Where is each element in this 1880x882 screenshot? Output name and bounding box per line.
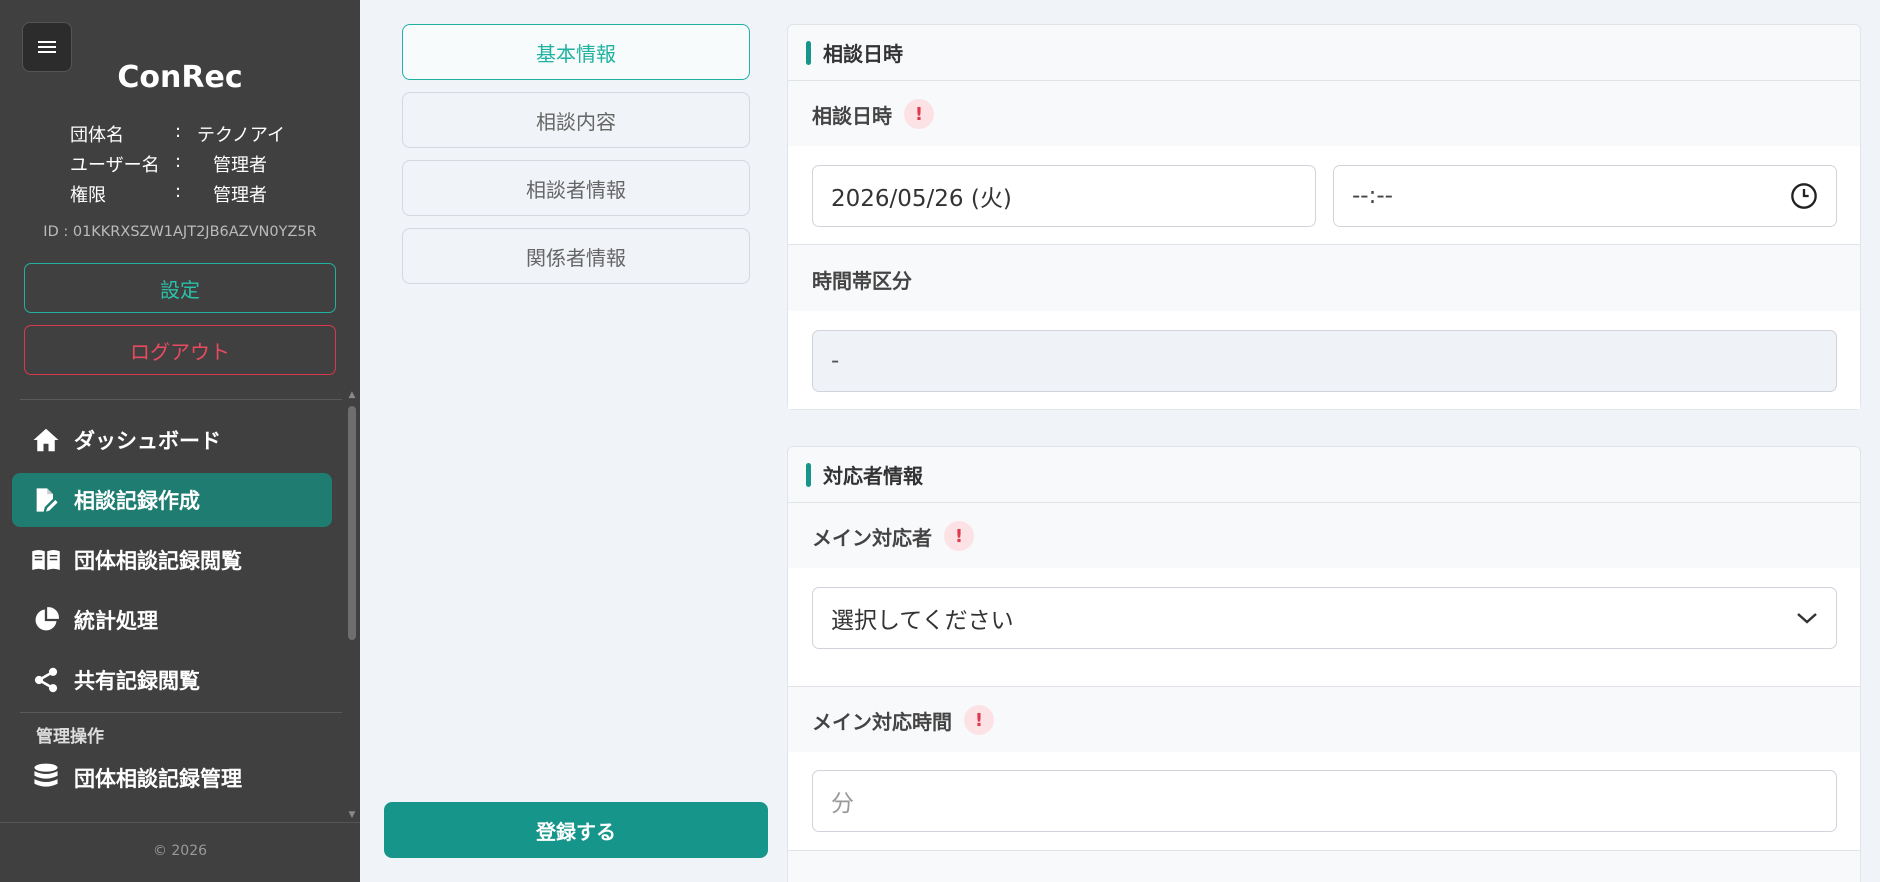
scroll-down-arrow[interactable]: ▼ [346,810,358,820]
timeslot-field: - [812,330,1837,392]
card-title: 相談日時 [823,42,903,66]
time-input[interactable]: --:-- [1333,165,1837,227]
colon: : [175,181,182,202]
label-text: 相談日時 [812,103,892,128]
sidebar-scrollbar-thumb[interactable] [348,406,356,640]
user-id: ID : 01KKRXSZW1AJT2JB6AZVN0YZ5R [43,224,317,240]
clock-icon[interactable] [1790,182,1818,210]
divider [20,712,342,713]
settings-button[interactable]: 設定 [24,263,336,313]
main-responder-select[interactable]: 選択してください [812,587,1837,649]
colon: : [175,151,182,172]
responder-info-card: 対応者情報 メイン対応者 ! 選択してください メイン対応時間 ! 分 [787,446,1861,882]
user-label: ユーザー名 [70,155,160,176]
nav-label: 団体相談記録閲覧 [74,549,242,573]
home-icon [28,422,64,458]
divider [788,850,1860,851]
role-info: 権限 : 管理者 [70,181,267,207]
app-title: ConRec [117,60,243,95]
org-label: 団体名 [70,125,124,146]
sidebar: ConRec 団体名 : テクノアイ ユーザー名 : 管理者 権限 : 管理者 … [0,0,360,882]
org-value: テクノアイ [197,125,286,146]
divider [20,399,342,400]
date-input[interactable]: 2026/05/26 (火) [812,165,1316,227]
tab-basic-info[interactable]: 基本情報 [402,24,750,80]
admin-section-label: 管理操作 [36,727,104,747]
file-edit-icon [28,482,64,518]
card-header: 相談日時 [788,25,1860,81]
book-open-icon [28,542,64,578]
divider [788,244,1860,245]
nav-org-record-management[interactable]: 団体相談記録管理 [12,751,332,805]
nav-label: ダッシュボード [74,429,221,453]
scroll-up-arrow[interactable]: ▲ [346,390,358,400]
accent-bar [806,462,811,487]
required-icon: ! [944,521,974,551]
main-time-label: メイン対応時間 ! [812,705,994,735]
tab-consult-content[interactable]: 相談内容 [402,92,750,148]
divider [788,686,1860,687]
register-button[interactable]: 登録する [384,802,768,858]
main-responder-label: メイン対応者 ! [812,521,974,551]
role-label: 権限 [70,185,106,206]
copyright: © 2026 [152,843,208,859]
card-title: 対応者情報 [823,464,923,488]
accent-bar [806,40,811,65]
share-icon [28,662,64,698]
chevron-down-icon [1796,611,1818,625]
label-text: メイン対応者 [812,525,932,550]
colon: : [175,121,182,142]
required-icon: ! [964,705,994,735]
nav-label: 共有記録閲覧 [74,669,200,693]
tab-consulter-info[interactable]: 相談者情報 [402,160,750,216]
nav-dashboard[interactable]: ダッシュボード [12,413,332,467]
divider [0,822,360,823]
nav-statistics[interactable]: 統計処理 [12,593,332,647]
user-info: ユーザー名 : 管理者 [70,151,267,177]
nav-org-records[interactable]: 団体相談記録閲覧 [12,533,332,587]
nav-label: 相談記録作成 [74,489,200,513]
required-icon: ! [904,99,934,129]
select-value: 選択してください [831,608,1014,634]
label-text: メイン対応時間 [812,709,952,734]
card-header: 対応者情報 [788,447,1860,503]
timeslot-label: 時間帯区分 [812,265,912,294]
nav-create-record[interactable]: 相談記録作成 [12,473,332,527]
nav-shared-records[interactable]: 共有記録閲覧 [12,653,332,707]
hamburger-icon [38,41,56,53]
consult-datetime-card: 相談日時 相談日時 ! 2026/05/26 (火) --:-- 時間帯区分 - [787,24,1861,410]
org-info: 団体名 : テクノアイ [70,121,285,147]
nav-label: 団体相談記録管理 [74,767,242,791]
database-icon [28,760,64,796]
label-text: 時間帯区分 [812,269,912,293]
user-value: 管理者 [213,155,267,176]
datetime-label: 相談日時 ! [812,99,934,129]
role-value: 管理者 [213,185,267,206]
main-time-input[interactable]: 分 [812,770,1837,832]
time-value: --:-- [1352,183,1393,209]
pie-chart-icon [28,602,64,638]
logout-button[interactable]: ログアウト [24,325,336,375]
tab-related-party-info[interactable]: 関係者情報 [402,228,750,284]
nav-label: 統計処理 [74,609,158,633]
